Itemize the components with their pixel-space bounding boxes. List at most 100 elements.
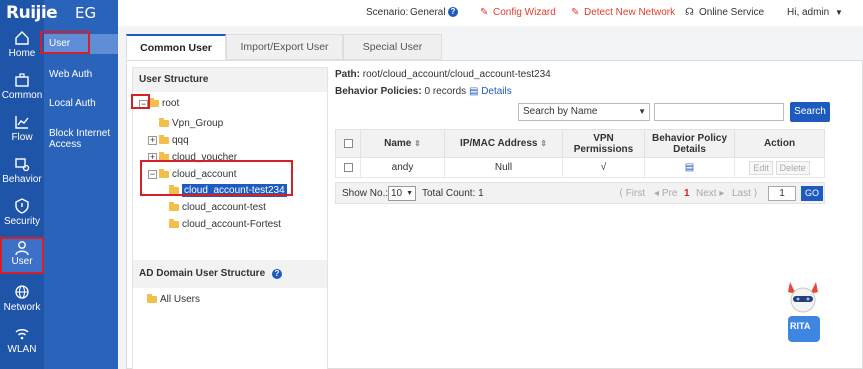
rita-label: RITA <box>790 321 811 331</box>
config-wizard-link[interactable]: Config Wizard <box>493 7 556 18</box>
chevron-down-icon: ▼ <box>638 107 646 116</box>
top-bar: Scenario: General ? ✎ Config Wizard ✎ De… <box>118 0 863 26</box>
tree-node-cloud-account-test[interactable]: cloud_account-test <box>169 201 266 213</box>
column-action: Action <box>734 129 825 158</box>
chevron-down-icon: ▼ <box>406 190 413 197</box>
scenario-value: General <box>410 7 446 18</box>
edit-button[interactable]: Edit <box>749 160 773 175</box>
behavior-policies: Behavior Policies: 0 records ▤ Details <box>335 86 512 97</box>
last-page-button[interactable]: Last ⟩ <box>732 188 758 199</box>
user-greeting[interactable]: Hi, admin <box>787 7 829 18</box>
rail-wlan[interactable]: WLAN <box>0 326 44 366</box>
chevron-down-icon[interactable]: ▼ <box>835 8 843 17</box>
delete-button[interactable]: Delete <box>775 160 810 175</box>
behavior-icon <box>15 158 30 172</box>
first-page-button[interactable]: ⟨ First <box>619 188 645 199</box>
cell-actions: Edit Delete <box>734 157 825 178</box>
go-button[interactable]: GO <box>801 186 823 201</box>
folder-icon <box>149 97 159 107</box>
cell-policy: ▤ <box>644 157 735 178</box>
user-table: Name ⇕ IP/MAC Address ⇕ VPN Permissions … <box>335 129 825 178</box>
headset-icon: ☊ <box>685 7 694 18</box>
tree-node-vpn-group[interactable]: Vpn_Group <box>159 117 223 129</box>
tree-node-root[interactable]: root <box>149 97 179 109</box>
scenario-label: Scenario: <box>366 7 409 18</box>
subnav-web-auth[interactable]: Web Auth <box>44 69 118 80</box>
next-page-button[interactable]: Next ▸ <box>696 188 724 199</box>
tree-node-cloud-account-fortest[interactable]: cloud_account-Fortest <box>169 218 281 230</box>
globe-icon <box>15 285 29 299</box>
sort-icon[interactable]: ⇕ <box>414 139 421 148</box>
tree-node-all-users[interactable]: All Users <box>147 293 200 305</box>
icon-rail: Home Common Flow Behavior Security User … <box>0 0 44 369</box>
path-display: Path: root/cloud_account/cloud_account-t… <box>335 69 551 80</box>
highlight-selected-account <box>140 160 293 196</box>
wifi-icon <box>15 329 29 340</box>
search-type-select[interactable]: Search by Name ▼ <box>518 103 650 121</box>
shield-icon <box>15 198 29 214</box>
detect-network-link[interactable]: Detect New Network <box>584 7 675 18</box>
policy-details-icon[interactable]: ▤ <box>685 162 694 173</box>
details-icon: ▤ <box>468 86 479 97</box>
tab-import-export-user[interactable]: Import/Export User <box>226 34 343 60</box>
cell-ip: Null <box>444 157 563 178</box>
expand-qqq-toggle[interactable]: + <box>148 136 157 145</box>
select-all-cell <box>335 129 361 158</box>
page-number-input[interactable]: 1 <box>768 186 796 201</box>
column-name[interactable]: Name ⇕ <box>360 129 445 158</box>
prev-page-button[interactable]: ◂ Pre <box>654 188 677 199</box>
rail-flow[interactable]: Flow <box>0 114 44 154</box>
rail-security[interactable]: Security <box>0 198 44 238</box>
main-area: Common User Import/Export User Special U… <box>118 26 863 369</box>
column-ip-mac[interactable]: IP/MAC Address ⇕ <box>444 129 563 158</box>
rail-home[interactable]: Home <box>0 30 44 70</box>
ad-domain-title: AD Domain User Structure ? <box>133 260 327 288</box>
help-icon[interactable]: ? <box>448 7 458 17</box>
total-count: Total Count: 1 <box>422 188 484 199</box>
page-size-select[interactable]: 10 ▼ <box>388 186 416 201</box>
folder-icon <box>159 134 169 144</box>
help-icon[interactable]: ? <box>271 269 282 279</box>
cell-name: andy <box>360 157 445 178</box>
table-row: andy Null √ ▤ Edit Delete <box>335 157 825 178</box>
online-service-link[interactable]: Online Service <box>699 7 764 18</box>
table-header-row: Name ⇕ IP/MAC Address ⇕ VPN Permissions … <box>335 129 825 158</box>
search-input[interactable] <box>654 103 784 121</box>
chart-line-icon <box>15 116 29 129</box>
sub-navigation: User Web Auth Local Auth Block Internet … <box>44 0 118 369</box>
tab-special-user[interactable]: Special User <box>343 34 442 60</box>
show-no-label: Show No.: <box>342 188 389 199</box>
folder-icon <box>169 218 179 228</box>
rita-assistant[interactable]: RITA <box>780 278 826 344</box>
logo: Ruijie EG <box>6 3 97 23</box>
subnav-block-internet-access[interactable]: Block Internet Access <box>44 128 114 150</box>
highlight-root-toggle <box>131 94 150 109</box>
user-structure-panel: User Structure − root Vpn_Group + qqq + … <box>132 67 328 369</box>
robot-mascot-icon <box>788 282 820 342</box>
tab-content: User Structure − root Vpn_Group + qqq + … <box>126 60 863 369</box>
folder-icon <box>169 201 179 211</box>
highlight-user-subnav <box>40 31 90 54</box>
highlight-user-rail <box>0 237 44 274</box>
search-button[interactable]: Search <box>790 102 830 122</box>
folder-icon <box>159 117 169 127</box>
home-icon <box>15 31 29 45</box>
details-link[interactable]: ▤ Details <box>469 86 512 97</box>
briefcase-icon <box>15 73 29 87</box>
select-all-checkbox[interactable] <box>343 138 353 148</box>
rail-network[interactable]: Network <box>0 284 44 324</box>
sort-icon[interactable]: ⇕ <box>540 139 547 148</box>
cell-vpn: √ <box>562 157 645 178</box>
tree-node-qqq[interactable]: qqq <box>159 134 189 146</box>
column-behavior-policy: Behavior Policy Details <box>644 129 735 158</box>
folder-icon <box>147 293 157 303</box>
tab-common-user[interactable]: Common User <box>126 34 226 60</box>
column-vpn: VPN Permissions <box>562 129 645 158</box>
current-page: 1 <box>684 188 690 199</box>
rail-behavior[interactable]: Behavior <box>0 156 44 196</box>
row-select-cell <box>335 157 361 178</box>
subnav-local-auth[interactable]: Local Auth <box>44 98 118 109</box>
pagination-bar: Show No.: 10 ▼ Total Count: 1 ⟨ First ◂ P… <box>335 182 825 204</box>
row-checkbox[interactable] <box>343 162 353 172</box>
rail-common[interactable]: Common <box>0 72 44 112</box>
